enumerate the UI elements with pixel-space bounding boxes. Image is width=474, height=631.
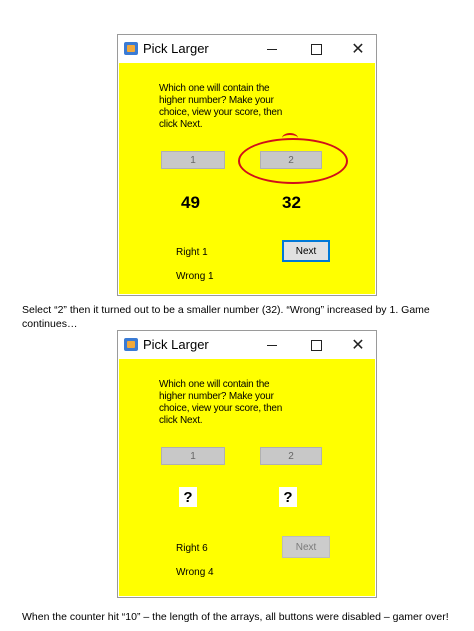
next-button[interactable]: Next xyxy=(282,240,330,262)
right-score-label: Right 6 xyxy=(176,543,208,554)
right-number: 32 xyxy=(282,193,301,212)
annotation-mark xyxy=(282,133,298,143)
maximize-button[interactable] xyxy=(304,37,328,61)
title-bar[interactable]: Pick Larger ✕ xyxy=(118,35,376,63)
caption-1: Select “2” then it turned out to be a sm… xyxy=(22,304,430,330)
pick-larger-window-2: Pick Larger ✕ Which one will contain the… xyxy=(117,330,377,598)
minimize-icon xyxy=(267,344,277,346)
close-icon: ✕ xyxy=(351,337,365,354)
annotation-circle xyxy=(238,138,348,184)
app-icon xyxy=(124,338,138,351)
window-title: Pick Larger xyxy=(143,41,209,56)
instruction-text: Which one will contain the higher number… xyxy=(159,379,283,426)
choice-button-2[interactable]: 2 xyxy=(260,447,322,465)
minimize-button[interactable] xyxy=(260,37,284,61)
next-button[interactable]: Next xyxy=(282,536,330,558)
right-number-hidden: ? xyxy=(279,487,297,507)
minimize-icon xyxy=(267,48,277,50)
app-icon xyxy=(124,42,138,55)
choice-button-1[interactable]: 1 xyxy=(161,447,225,465)
choice-button-1[interactable]: 1 xyxy=(161,151,225,169)
maximize-icon xyxy=(310,339,322,351)
close-button[interactable]: ✕ xyxy=(346,37,370,61)
left-number: 49 xyxy=(181,193,200,212)
close-button[interactable]: ✕ xyxy=(346,333,370,357)
close-icon: ✕ xyxy=(351,41,365,58)
pick-larger-window-1: Pick Larger ✕ Which one will contain the… xyxy=(117,34,377,296)
caption-2: When the counter hit “10” – the length o… xyxy=(22,611,449,623)
left-number-hidden: ? xyxy=(179,487,197,507)
wrong-score-label: Wrong 1 xyxy=(176,271,214,282)
title-bar[interactable]: Pick Larger ✕ xyxy=(118,331,376,359)
maximize-icon xyxy=(310,43,322,55)
maximize-button[interactable] xyxy=(304,333,328,357)
window-title: Pick Larger xyxy=(143,337,209,352)
client-area: Which one will contain the higher number… xyxy=(119,63,375,294)
right-score-label: Right 1 xyxy=(176,247,208,258)
wrong-score-label: Wrong 4 xyxy=(176,567,214,578)
instruction-text: Which one will contain the higher number… xyxy=(159,83,283,130)
client-area: Which one will contain the higher number… xyxy=(119,359,375,596)
minimize-button[interactable] xyxy=(260,333,284,357)
